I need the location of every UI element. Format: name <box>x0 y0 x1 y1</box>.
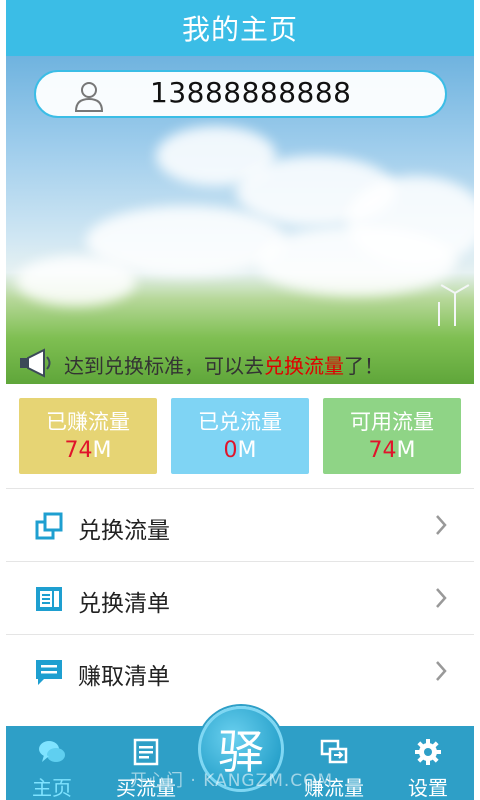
chat-list-icon <box>36 660 62 685</box>
page-header: 我的主页 <box>6 0 474 56</box>
stat-label: 已赚流量 <box>46 410 130 434</box>
menu-label: 兑换流量 <box>78 518 170 544</box>
menu-label: 赚取清单 <box>78 664 170 690</box>
stat-exchanged: 已兑流量 0M <box>171 398 309 474</box>
watermark: 开心门 · KANGZM.COM <box>130 771 334 791</box>
turbine-blade <box>454 293 456 309</box>
turbine-blade <box>440 284 456 294</box>
cloud <box>256 226 456 296</box>
menu-label: 兑换清单 <box>78 591 170 617</box>
nav-label: 主页 <box>32 776 72 800</box>
notice-link[interactable]: 兑换流量 <box>264 354 344 378</box>
menu-item-exchange-list[interactable]: 兑换清单 <box>6 561 474 633</box>
chevron-right-icon <box>436 588 447 608</box>
document-icon <box>133 738 159 766</box>
nav-settings[interactable]: 设置 <box>390 726 466 800</box>
turbine-blade <box>454 284 470 294</box>
account-box[interactable]: 13888888888 <box>34 70 447 118</box>
chat-bubbles-icon <box>39 741 65 762</box>
nav-home[interactable]: 主页 <box>14 726 90 800</box>
page-title: 我的主页 <box>181 13 298 46</box>
screens-icon <box>320 739 348 764</box>
chevron-right-icon <box>436 515 447 535</box>
menu-item-earn-list[interactable]: 赚取清单 <box>6 634 474 706</box>
stat-label: 已兑流量 <box>198 410 282 434</box>
menu-item-exchange-traffic[interactable]: 兑换流量 <box>6 488 474 560</box>
banner: 13888888888 达到兑换标准，可以去兑换流量了！ <box>6 56 474 384</box>
stat-earned: 已赚流量 74M <box>19 398 157 474</box>
stat-value: 0M <box>223 438 257 463</box>
chevron-right-icon <box>436 661 447 681</box>
megaphone-icon <box>20 348 51 378</box>
exchange-icon <box>35 512 63 540</box>
stat-value: 74M <box>368 438 416 463</box>
gear-icon <box>415 739 441 765</box>
notice-text: 达到兑换标准，可以去兑换流量了！ <box>64 354 384 378</box>
stat-label: 可用流量 <box>350 410 434 434</box>
list-icon <box>36 587 62 611</box>
cloud <box>16 256 136 306</box>
notice-bar: 达到兑换标准，可以去兑换流量了！ <box>6 342 474 384</box>
wind-turbine <box>438 302 440 326</box>
stat-available: 可用流量 74M <box>323 398 461 474</box>
stat-value: 74M <box>64 438 112 463</box>
phone-number: 13888888888 <box>150 76 352 109</box>
user-icon <box>74 82 104 112</box>
nav-label: 设置 <box>408 776 448 800</box>
